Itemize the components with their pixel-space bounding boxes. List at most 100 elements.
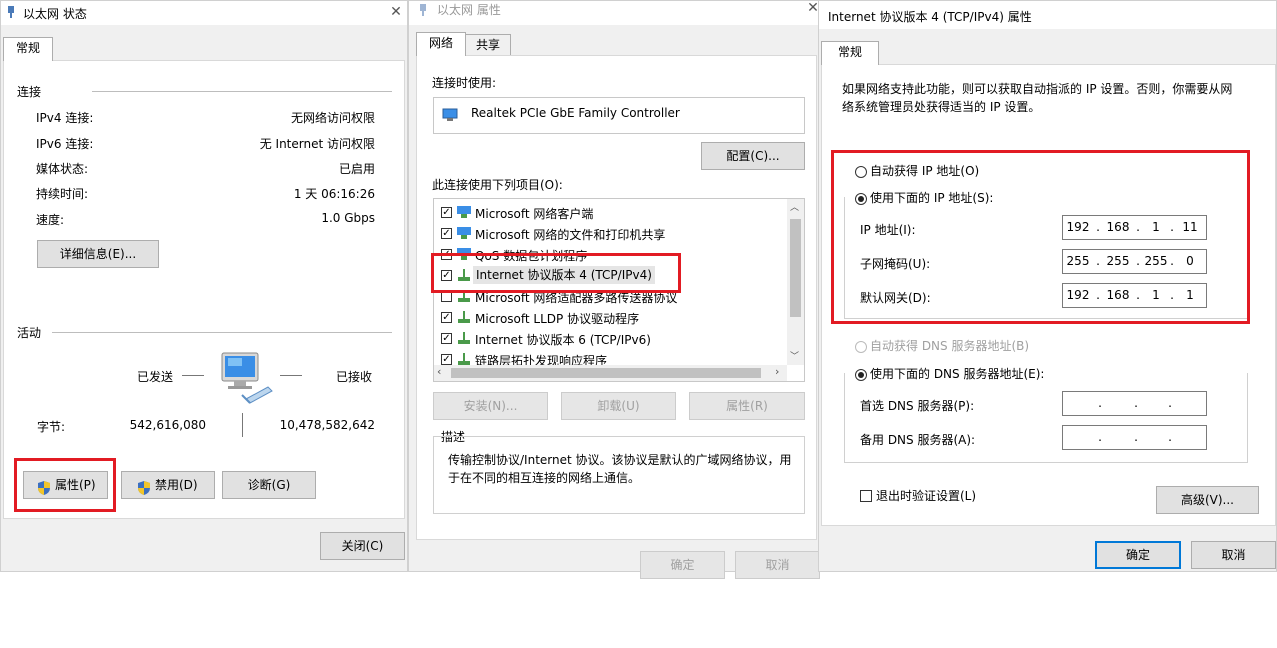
list-item-label: Microsoft 网络客户端 — [475, 207, 594, 221]
scrollbar-thumb[interactable] — [790, 219, 801, 317]
checkbox[interactable]: ✓ — [441, 228, 452, 239]
ok-button[interactable]: 确定 — [1095, 541, 1181, 569]
network-adapter-icon — [442, 108, 458, 122]
tab-network[interactable]: 网络 — [416, 32, 466, 56]
ip-dot: . — [1098, 396, 1102, 410]
highlight-box — [431, 253, 681, 293]
speed-value: 1.0 Gbps — [321, 211, 375, 225]
alternate-dns-label: 备用 DNS 服务器(A): — [860, 433, 976, 447]
ipv4-label: IPv4 连接: — [36, 111, 94, 125]
bytes-label: 字节: — [37, 420, 66, 434]
sharing-icon — [457, 227, 471, 239]
connection-heading: 连接 — [17, 85, 42, 99]
list-item[interactable]: ✓ Microsoft 网络的文件和打印机共享 — [434, 224, 786, 244]
adapter-name: Realtek PCIe GbE Family Controller — [471, 106, 680, 120]
ip-dot: . — [1134, 396, 1138, 410]
list-item[interactable]: ✓ Microsoft 网络客户端 — [434, 203, 786, 223]
bytes-divider — [242, 413, 243, 437]
description-group: 传输控制协议/Internet 协议。该协议是默认的广域网络协议，用于在不同的相… — [433, 436, 805, 514]
ip-dot: . — [1168, 396, 1172, 410]
disable-button-label: 禁用(D) — [155, 478, 198, 492]
list-item[interactable]: ✓ Microsoft LLDP 协议驱动程序 — [434, 308, 786, 328]
bytes-received-value: 10,478,582,642 — [279, 418, 375, 432]
client-icon — [457, 206, 471, 218]
checkbox[interactable]: ✓ — [441, 333, 452, 344]
uac-shield-icon — [138, 478, 150, 495]
connect-using-label: 连接时使用: — [432, 76, 497, 90]
preferred-dns-field[interactable]: . . . — [1062, 391, 1207, 416]
close-button[interactable]: 关闭(C) — [320, 532, 405, 560]
advanced-button[interactable]: 高级(V)... — [1156, 486, 1259, 514]
tab-general[interactable]: 常规 — [821, 41, 879, 65]
configure-button[interactable]: 配置(C)... — [701, 142, 805, 170]
scroll-up-icon[interactable]: ︿ — [790, 200, 799, 213]
install-button[interactable]: 安装(N)... — [433, 392, 548, 420]
network-adapter-icon — [7, 6, 15, 18]
disable-button[interactable]: 禁用(D) — [121, 471, 215, 499]
divider — [92, 91, 392, 92]
items-label: 此连接使用下列项目(O): — [432, 178, 563, 192]
tab-general[interactable]: 常规 — [3, 37, 53, 61]
ethernet-properties-window: 以太网 属性 ✕ 网络 共享 连接时使用: Realtek PCIe GbE F… — [408, 0, 820, 579]
scroll-down-icon[interactable]: ﹀ — [790, 349, 799, 362]
network-panel: 连接时使用: Realtek PCIe GbE Family Controlle… — [416, 55, 817, 540]
vertical-scrollbar[interactable]: ︿ ﹀ — [787, 199, 804, 365]
speed-label: 速度: — [36, 213, 65, 227]
alternate-dns-field[interactable]: . . . — [1062, 425, 1207, 450]
ipv4-value: 无网络访问权限 — [290, 111, 375, 125]
ok-button[interactable]: 确定 — [640, 551, 725, 579]
auto-dns-radio[interactable] — [855, 341, 867, 353]
validate-checkbox[interactable] — [860, 490, 872, 502]
details-button[interactable]: 详细信息(E)... — [37, 240, 159, 268]
protocol-icon — [457, 332, 471, 344]
highlight-box — [831, 150, 1250, 324]
uninstall-button[interactable]: 卸载(U) — [561, 392, 676, 420]
checkbox[interactable]: ✓ — [441, 312, 452, 323]
close-icon[interactable]: ✕ — [386, 3, 406, 21]
window-title: 以太网 属性 — [437, 3, 501, 17]
list-item-label: Microsoft 网络的文件和打印机共享 — [475, 228, 666, 242]
horizontal-scrollbar[interactable]: ‹ › — [434, 365, 787, 381]
intro-text: 如果网络支持此功能，则可以获取自动指派的 IP 设置。否则，你需要从网络系统管理… — [842, 82, 1233, 114]
adapter-box: Realtek PCIe GbE Family Controller — [433, 97, 805, 134]
window-title: 以太网 状态 — [23, 7, 87, 21]
cancel-button[interactable]: 取消 — [1191, 541, 1276, 569]
scroll-right-icon[interactable]: › — [775, 365, 779, 378]
received-line — [280, 375, 302, 376]
tab-sharing[interactable]: 共享 — [465, 34, 511, 56]
network-adapter-icon — [419, 4, 427, 16]
ip-dot: . — [1098, 430, 1102, 444]
bytes-sent-value: 542,616,080 — [129, 418, 206, 432]
window-title: Internet 协议版本 4 (TCP/IPv4) 属性 — [828, 10, 1032, 24]
ip-dot: . — [1134, 430, 1138, 444]
general-panel: 连接 IPv4 连接: 无网络访问权限 IPv6 连接: 无 Internet … — [3, 60, 405, 519]
title-bar: 以太网 状态 ✕ — [1, 1, 407, 25]
protocol-icon — [457, 311, 471, 323]
title-bar: 以太网 属性 ✕ — [409, 0, 819, 25]
cancel-button[interactable]: 取消 — [735, 551, 820, 579]
general-panel: 如果网络支持此功能，则可以获取自动指派的 IP 设置。否则，你需要从网络系统管理… — [821, 64, 1276, 526]
checkbox[interactable]: ✓ — [441, 354, 452, 365]
ip-dot: . — [1168, 430, 1172, 444]
title-bar: Internet 协议版本 4 (TCP/IPv4) 属性 — [819, 1, 1276, 29]
preferred-dns-label: 首选 DNS 服务器(P): — [860, 399, 975, 413]
ipv6-value: 无 Internet 访问权限 — [259, 137, 375, 151]
ipv6-label: IPv6 连接: — [36, 137, 94, 151]
description-text: 传输控制协议/Internet 协议。该协议是默认的广域网络协议，用于在不同的相… — [448, 453, 792, 485]
sent-label: 已发送 — [137, 370, 174, 384]
list-item-label: Microsoft LLDP 协议驱动程序 — [475, 312, 640, 326]
scrollbar-thumb[interactable] — [451, 368, 761, 378]
protocol-icon — [457, 353, 471, 365]
divider — [52, 332, 392, 333]
activity-heading: 活动 — [17, 326, 42, 340]
duration-value: 1 天 06:16:26 — [293, 187, 375, 201]
diagnose-button[interactable]: 诊断(G) — [222, 471, 316, 499]
item-properties-button[interactable]: 属性(R) — [689, 392, 805, 420]
duration-label: 持续时间: — [36, 187, 89, 201]
list-item[interactable]: ✓ Internet 协议版本 6 (TCP/IPv6) — [434, 329, 786, 349]
validate-label: 退出时验证设置(L) — [876, 489, 977, 503]
checkbox[interactable]: ✓ — [441, 207, 452, 218]
media-state-label: 媒体状态: — [36, 162, 89, 176]
scroll-left-icon[interactable]: ‹ — [437, 365, 441, 378]
media-state-value: 已启用 — [338, 162, 375, 176]
